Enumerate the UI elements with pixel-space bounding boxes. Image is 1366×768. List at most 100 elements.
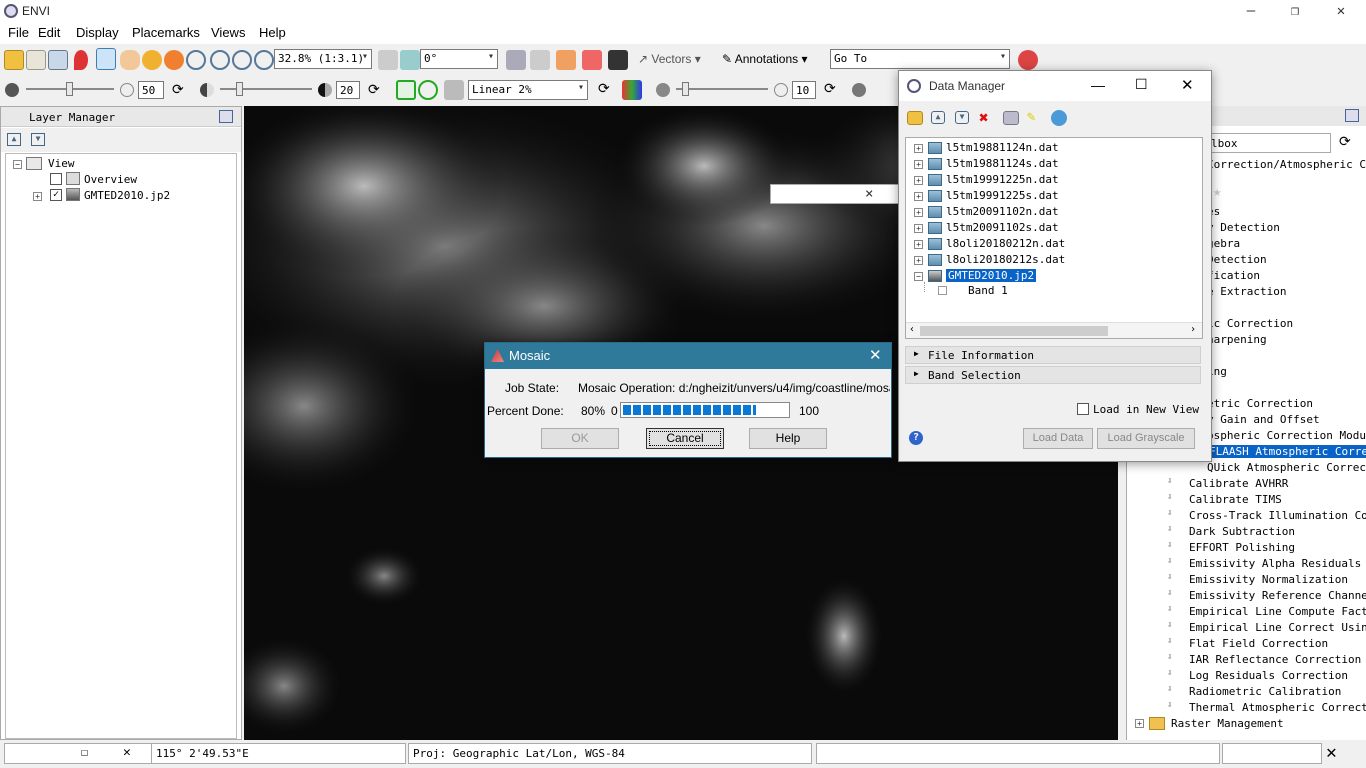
reset-stretch-icon[interactable]: ⟳ [598, 81, 610, 97]
expand-toggle[interactable]: + [914, 208, 923, 217]
zoom-in-icon[interactable] [210, 50, 230, 70]
horizontal-scrollbar[interactable]: ‹ › [906, 322, 1202, 338]
minimize-button[interactable]: — [1091, 77, 1105, 93]
annotations-menu[interactable]: ✎ Annotations ▾ [722, 52, 807, 66]
pan-hand-icon[interactable] [120, 50, 140, 70]
band-item[interactable]: Band 1 [968, 284, 1008, 297]
rotate-left-icon[interactable] [378, 50, 398, 70]
blend-icon[interactable] [506, 50, 526, 70]
file-row[interactable]: + l8oli20180212n.dat [906, 236, 1202, 252]
open-icon[interactable] [4, 50, 24, 70]
file-row[interactable]: + l5tm19991225s.dat [906, 188, 1202, 204]
menu-help[interactable]: Help [259, 25, 286, 40]
sharpen-slider[interactable] [676, 82, 768, 96]
rotation-combo[interactable]: 0° ▾ [420, 49, 498, 69]
reset-sharpen-icon[interactable]: ⟳ [824, 81, 836, 97]
sharpen-input[interactable]: 10 [792, 81, 816, 99]
contrast-input[interactable]: 20 [336, 81, 360, 99]
scrollbar-thumb[interactable] [920, 326, 1108, 336]
zoom-out-icon[interactable] [232, 50, 252, 70]
close-button[interactable]: ✕ [1181, 76, 1194, 94]
file-information-section[interactable]: ▶ File Information [905, 346, 1201, 364]
goto-combo[interactable]: Go To ▾ [830, 49, 1010, 69]
undock-icon[interactable] [1345, 109, 1359, 122]
open-file-icon[interactable] [907, 111, 923, 125]
zoom-combo[interactable]: 32.8% (1:3.1) ▾ [274, 49, 372, 69]
expand-toggle[interactable]: + [914, 192, 923, 201]
close-button[interactable]: ✕ [1318, 0, 1364, 22]
file-row[interactable]: + l5tm20091102s.dat [906, 220, 1202, 236]
close-icon[interactable]: × [865, 186, 873, 202]
brightness-input[interactable]: 50 [138, 81, 164, 99]
pin-icon[interactable]: ✎ [1027, 109, 1035, 125]
select-arrow-icon[interactable] [96, 48, 116, 70]
clipboard-icon[interactable] [26, 50, 46, 70]
reset-brightness-icon[interactable]: ⟳ [172, 82, 184, 98]
placemark-icon[interactable] [74, 50, 88, 70]
ok-button[interactable]: OK [541, 428, 619, 449]
close-button[interactable]: ✕ [869, 346, 882, 364]
load-grayscale-button[interactable]: Load Grayscale [1097, 428, 1195, 449]
menu-views[interactable]: Views [211, 25, 245, 40]
zoom-fit-icon[interactable] [254, 50, 274, 70]
favorite-star-icon[interactable]: ★ [1213, 184, 1221, 200]
collapse-toggle[interactable]: − [13, 160, 22, 169]
overview-checkbox[interactable] [50, 173, 62, 185]
expand-toggle[interactable]: + [914, 160, 923, 169]
fly-icon[interactable] [142, 50, 162, 70]
refresh-icon[interactable]: ⟳ [1339, 134, 1351, 150]
help-button[interactable]: Help [749, 428, 827, 449]
expand-toggle[interactable]: + [33, 192, 42, 201]
expand-toggle[interactable]: + [914, 256, 923, 265]
toolbox-search[interactable]: lbox [1207, 133, 1331, 153]
stretch-combo[interactable]: Linear 2% ▾ [468, 80, 588, 100]
swipe-icon[interactable] [556, 50, 576, 70]
expand-toggle[interactable]: + [914, 144, 923, 153]
north-up-icon[interactable] [400, 50, 420, 70]
rotate-icon[interactable] [164, 50, 184, 70]
maximize-button[interactable]: ☐ [1135, 76, 1148, 93]
goto-go-icon[interactable] [1018, 50, 1038, 70]
help-icon[interactable]: ? [909, 431, 923, 445]
stretch-crop-icon[interactable] [396, 80, 416, 100]
expand-toggle[interactable]: + [914, 176, 923, 185]
flicker-icon[interactable] [530, 50, 550, 70]
close-icon[interactable]: ✕ [123, 745, 131, 760]
brightness-slider[interactable] [26, 82, 114, 96]
collapse-up-icon[interactable]: ▲ [7, 133, 21, 146]
close-all-icon[interactable] [1003, 111, 1019, 125]
vectors-menu[interactable]: ↗ Vectors ▾ [638, 52, 701, 66]
sharpen-slider-knob[interactable] [682, 82, 689, 96]
scroll-left-icon[interactable]: ‹ [909, 324, 915, 335]
file-row[interactable]: − GMTED2010.jp2 [906, 268, 1202, 284]
file-row[interactable]: + l5tm19881124n.dat [906, 140, 1202, 156]
contrast-slider[interactable] [220, 82, 312, 96]
menu-placemarks[interactable]: Placemarks [132, 25, 200, 40]
load-new-view-checkbox[interactable] [1077, 403, 1089, 415]
stretch-type-icon[interactable] [444, 80, 464, 100]
tree-overview[interactable]: Overview [84, 173, 137, 186]
crop-icon[interactable] [48, 50, 68, 70]
close-file-icon[interactable]: ✖ [979, 108, 989, 127]
tree-layer-gmted[interactable]: GMTED2010.jp2 [84, 189, 170, 202]
restore-button[interactable]: ❐ [1272, 0, 1318, 22]
brightness-slider-knob[interactable] [66, 82, 73, 96]
roi-icon[interactable] [582, 50, 602, 70]
cancel-process-icon[interactable]: ✕ [1326, 742, 1337, 763]
file-row[interactable]: + l8oli20180212s.dat [906, 252, 1202, 268]
expand-down-icon[interactable]: ▼ [31, 133, 45, 146]
band-selection-section[interactable]: ▶ Band Selection [905, 366, 1201, 384]
contrast-slider-knob[interactable] [236, 82, 243, 96]
expand-toggle[interactable]: + [914, 224, 923, 233]
zoom-icon[interactable] [186, 50, 206, 70]
reset-contrast-icon[interactable]: ⟳ [368, 82, 380, 98]
color-table-icon[interactable] [622, 80, 642, 100]
menu-display[interactable]: Display [76, 25, 119, 40]
tree-view-root[interactable]: View [48, 157, 75, 170]
file-row[interactable]: + l5tm20091102n.dat [906, 204, 1202, 220]
undock-icon[interactable] [219, 110, 233, 123]
cursor-value-icon[interactable] [608, 50, 628, 70]
status-window-stub[interactable]: ☐ ✕ [4, 743, 152, 764]
floating-window-stub[interactable]: × [770, 184, 900, 204]
file-row[interactable]: + l5tm19881124s.dat [906, 156, 1202, 172]
